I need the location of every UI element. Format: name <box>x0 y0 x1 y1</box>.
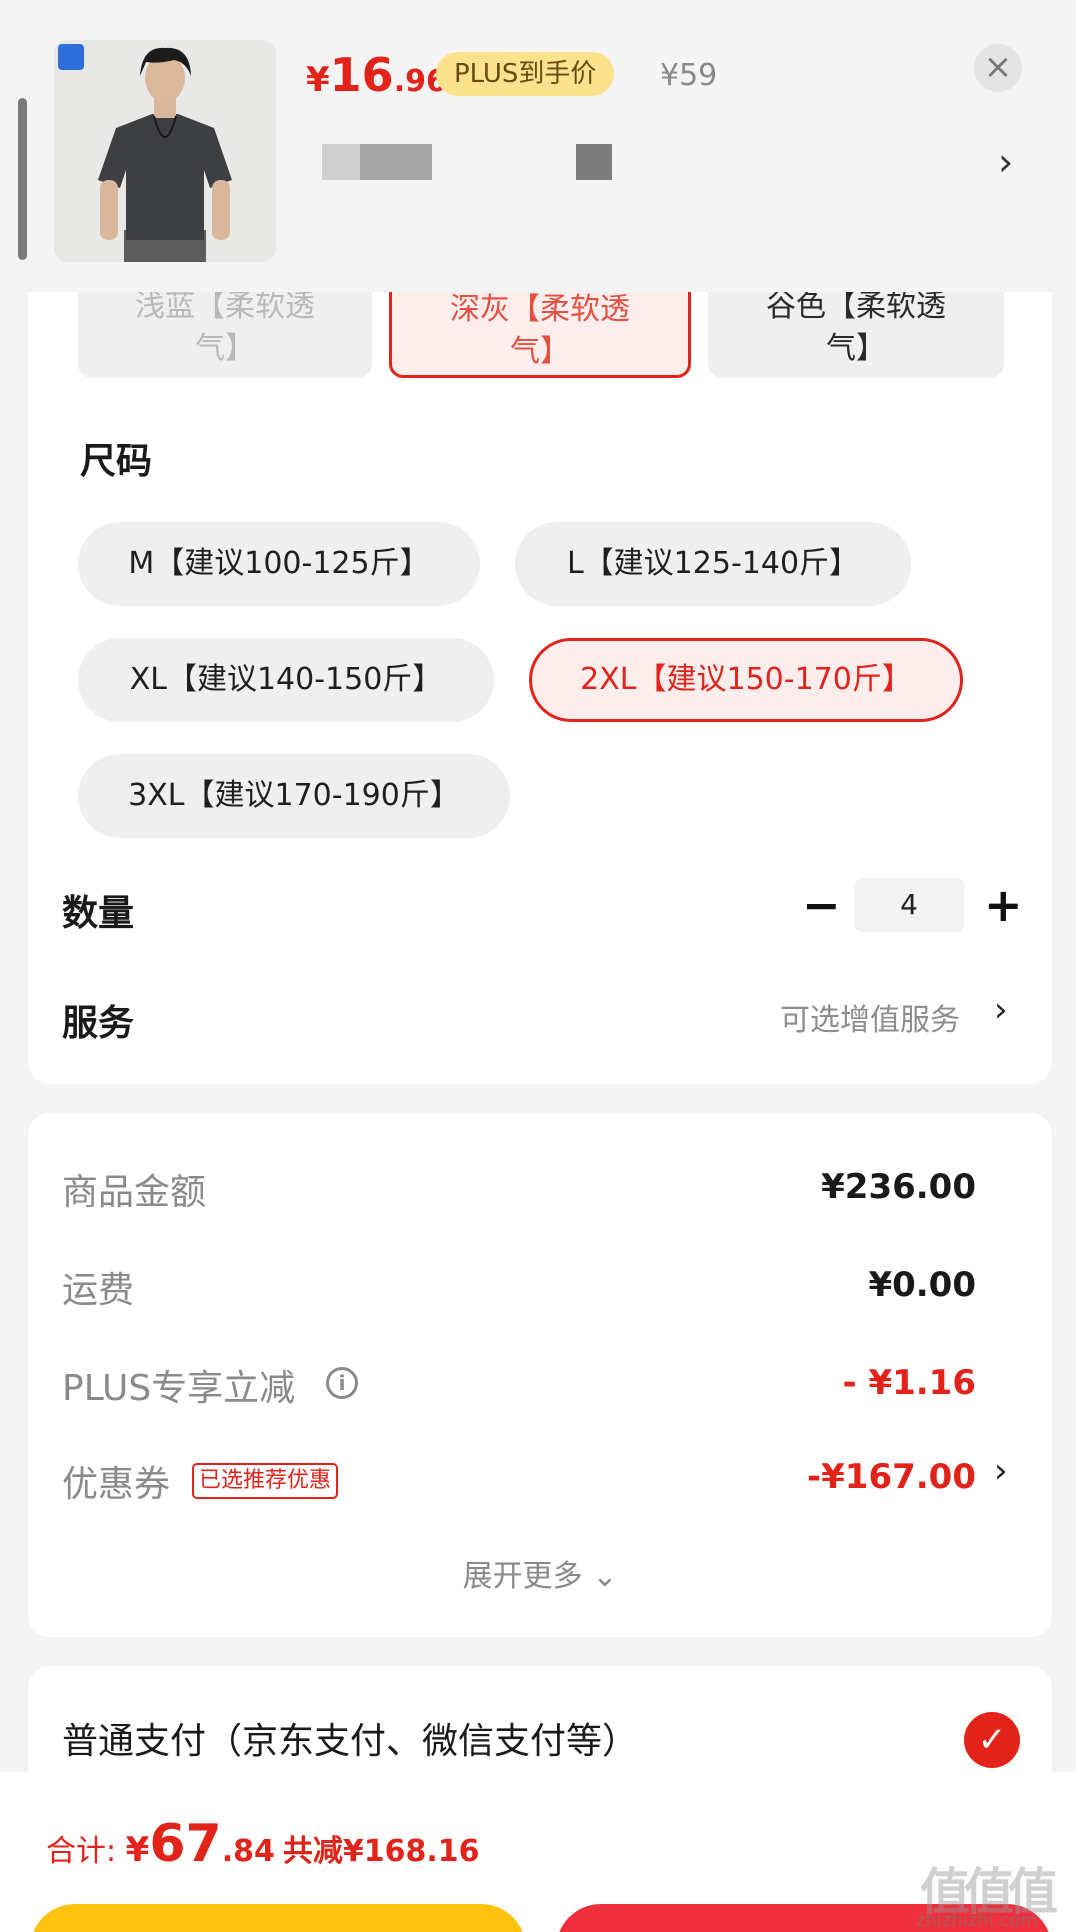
add-to-cart-button[interactable] <box>30 1904 526 1932</box>
plus-discount-label: PLUS专享立减 <box>62 1368 296 1409</box>
color-option-light-blue[interactable]: 浅蓝【柔软透 气】 <box>78 280 372 378</box>
info-icon[interactable]: i <box>326 1367 358 1399</box>
goods-amount-label: 商品金额 <box>62 1172 207 1213</box>
color-option-dark-grey[interactable]: 深灰【柔软透 气】 <box>389 280 691 378</box>
shop-logo-icon <box>58 44 84 70</box>
coupon-value[interactable]: -¥167.00 <box>807 1457 976 1497</box>
color-option-label: 浅蓝【柔软透 <box>135 289 315 324</box>
shipping-value: ¥0.00 <box>868 1265 976 1305</box>
quantity-decrease-button[interactable]: − <box>802 882 841 928</box>
total-integer: 67 <box>149 1814 222 1874</box>
quantity-label: 数量 <box>62 893 135 934</box>
sku-selection-card: 浅蓝【柔软透 气】 深灰【柔软透 气】 谷色【柔软透 气】 尺码 M【建议100… <box>28 200 1052 1084</box>
close-button[interactable]: × <box>974 44 1022 92</box>
size-section-title: 尺码 <box>80 441 153 482</box>
expand-more-button[interactable]: 展开更多 ⌄ <box>28 1551 1052 1595</box>
scrollbar-thumb[interactable] <box>18 98 27 260</box>
total-decimal: .84 <box>221 1834 275 1869</box>
goods-amount-value: ¥236.00 <box>821 1167 976 1207</box>
coupon-label: 优惠券 <box>62 1464 171 1505</box>
model-photo <box>54 40 276 262</box>
service-hint[interactable]: 可选增值服务 <box>780 995 960 1039</box>
chevron-right-icon[interactable]: › <box>998 140 1013 184</box>
blurred-spec-text-light <box>322 144 360 180</box>
size-option-2xl[interactable]: 2XL【建议150-170斤】 <box>529 638 963 722</box>
size-option-m[interactable]: M【建议100-125斤】 <box>78 522 480 606</box>
payment-method-label[interactable]: 普通支付（京东支付、微信支付等） <box>62 1712 638 1764</box>
service-label: 服务 <box>62 1003 135 1044</box>
color-option-label: 气】 <box>510 334 570 369</box>
shipping-label: 运费 <box>62 1270 135 1311</box>
checkout-footer: 合计: ¥67.84 共减¥168.16 值值值 zhizhizhi.com <box>0 1772 1076 1932</box>
product-thumbnail[interactable] <box>54 40 276 262</box>
color-option-grain[interactable]: 谷色【柔软透 气】 <box>708 280 1004 378</box>
color-option-label: 谷色【柔软透 <box>766 289 946 324</box>
total-label: 合计: <box>46 1834 126 1869</box>
color-option-label: 气】 <box>195 331 255 366</box>
total-currency: ¥ <box>125 1830 150 1870</box>
size-option-l[interactable]: L【建议125-140斤】 <box>515 522 911 606</box>
chevron-right-icon[interactable]: › <box>994 990 1008 1030</box>
plus-discount-value: - ¥1.16 <box>842 1363 977 1403</box>
product-price: ¥16.96 <box>306 48 447 102</box>
original-price: ¥59 <box>660 58 718 93</box>
price-integer: 16 <box>329 48 394 102</box>
chevron-right-icon[interactable]: › <box>994 1451 1008 1491</box>
color-option-label: 深灰【柔软透 <box>450 292 630 327</box>
price-currency: ¥ <box>306 60 330 100</box>
size-option-3xl[interactable]: 3XL【建议170-190斤】 <box>78 754 510 838</box>
product-header: ¥16.96 PLUS到手价 ¥59 × › <box>0 0 1076 292</box>
watermark-url: zhizhizhi.com <box>916 1910 1038 1931</box>
price-summary-card: 商品金额 ¥236.00 运费 ¥0.00 PLUS专享立减 i - ¥1.16… <box>28 1113 1052 1637</box>
blurred-spec-text-2 <box>576 144 612 180</box>
total-saved: 共减¥168.16 <box>282 1834 480 1869</box>
size-option-xl[interactable]: XL【建议140-150斤】 <box>78 638 494 722</box>
color-option-label: 气】 <box>826 331 886 366</box>
checkmark-icon[interactable]: ✓ <box>964 1712 1020 1768</box>
order-total: 合计: ¥67.84 共减¥168.16 <box>46 1814 480 1874</box>
quantity-input[interactable]: 4 <box>854 878 964 932</box>
coupon-recommended-tag: 已选推荐优惠 <box>192 1463 339 1499</box>
plus-price-tag: PLUS到手价 <box>436 52 615 96</box>
quantity-increase-button[interactable]: + <box>984 882 1023 928</box>
